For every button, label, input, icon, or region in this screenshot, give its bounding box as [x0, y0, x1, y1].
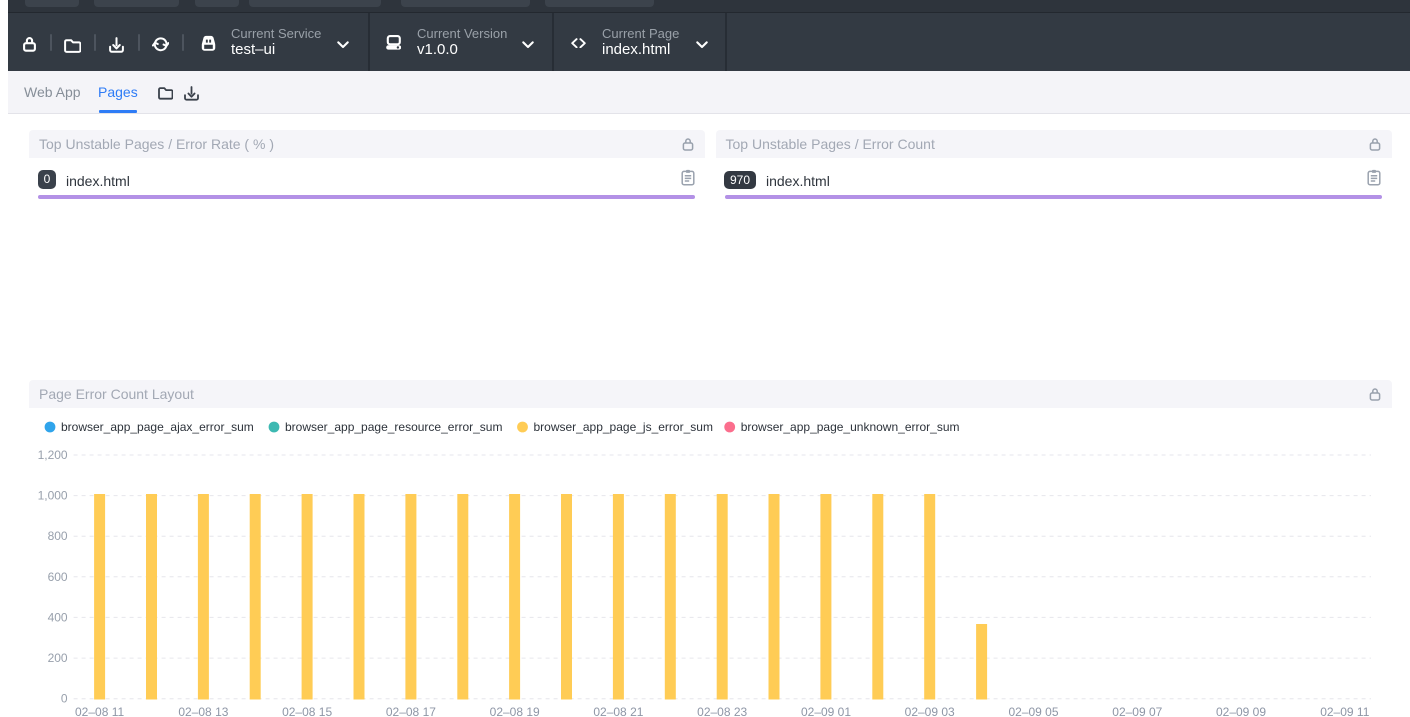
svg-text:browser_app_page_resource_erro: browser_app_page_resource_error_sum: [285, 420, 502, 434]
svg-text:02–09 11: 02–09 11: [1320, 705, 1369, 717]
svg-text:0: 0: [61, 692, 68, 706]
svg-text:browser_app_page_js_error_sum: browser_app_page_js_error_sum: [534, 420, 713, 434]
svg-text:02–09 01: 02–09 01: [801, 705, 851, 717]
svg-text:600: 600: [48, 570, 68, 584]
svg-text:02–09 05: 02–09 05: [1008, 705, 1058, 717]
svg-text:browser_app_page_unknown_error: browser_app_page_unknown_error_sum: [741, 420, 960, 434]
svg-text:02–08 17: 02–08 17: [386, 705, 436, 717]
svg-text:1,000: 1,000: [38, 489, 68, 503]
svg-text:200: 200: [48, 651, 68, 665]
svg-text:02–08 15: 02–08 15: [282, 705, 332, 717]
svg-text:02–08 19: 02–08 19: [490, 705, 540, 717]
svg-text:800: 800: [48, 529, 68, 543]
svg-text:400: 400: [48, 610, 68, 624]
svg-text:02–08 23: 02–08 23: [697, 705, 747, 717]
svg-text:1,200: 1,200: [38, 448, 68, 462]
svg-text:02–09 07: 02–09 07: [1112, 705, 1162, 717]
svg-text:02–09 09: 02–09 09: [1216, 705, 1266, 717]
svg-text:browser_app_page_ajax_error_su: browser_app_page_ajax_error_sum: [61, 420, 254, 434]
svg-text:02–08 21: 02–08 21: [593, 705, 643, 717]
svg-text:02–08 11: 02–08 11: [75, 705, 124, 717]
svg-text:02–09 03: 02–09 03: [905, 705, 955, 717]
svg-text:02–08 13: 02–08 13: [178, 705, 228, 717]
